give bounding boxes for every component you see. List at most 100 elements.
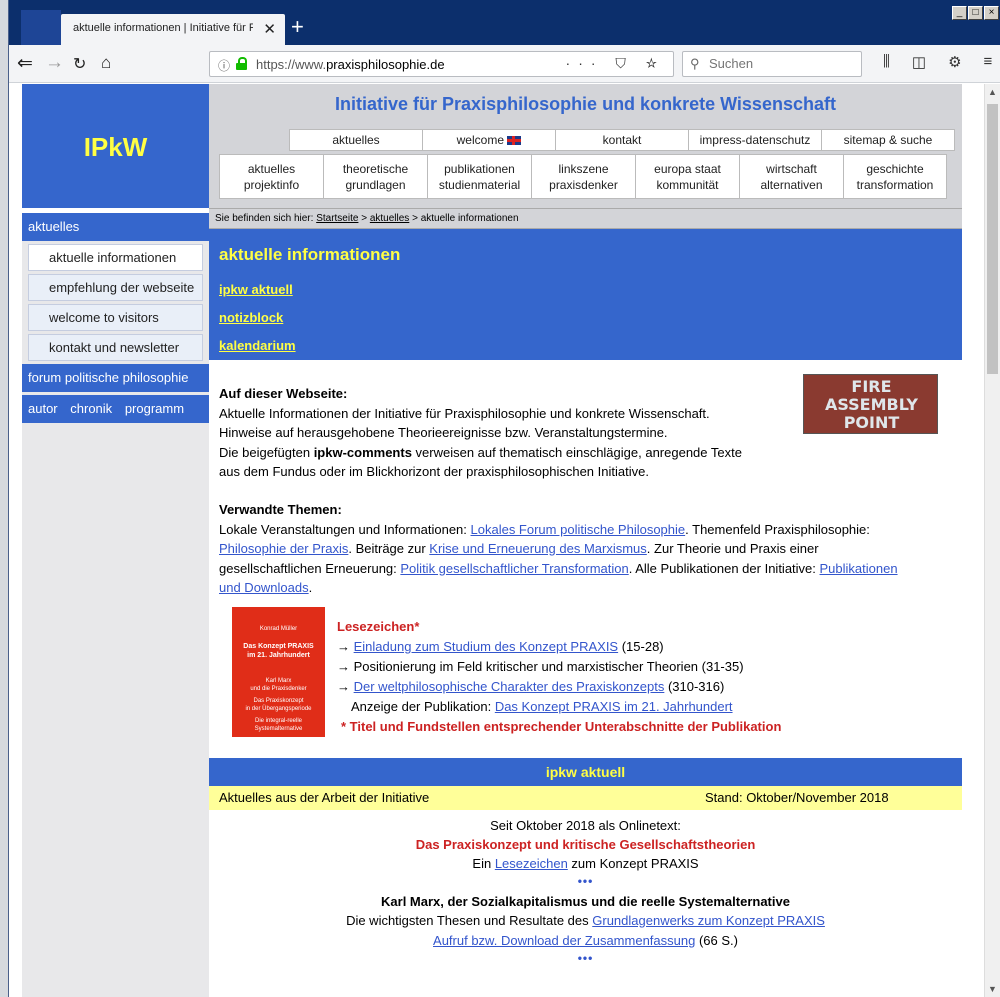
toolbar-right: ⫼ ◫ ⚙ ≡ [883, 53, 992, 71]
bookmark-item: → Positionierung im Feld kritischer und … [337, 659, 744, 674]
library-icon[interactable]: ⫼ [883, 53, 890, 71]
breadcrumb-section[interactable]: aktuelles [370, 213, 409, 224]
aktuell-line: Die wichtigsten Thesen und Resultate des… [346, 913, 825, 928]
link-lesezeichen[interactable]: Lesezeichen [495, 856, 568, 871]
lock-icon [236, 57, 247, 70]
bookmarks-section: Lesezeichen* → Einladung zum Studium des… [337, 617, 781, 737]
main-nav-item[interactable]: geschichte transformation [843, 154, 947, 199]
site-logo[interactable]: IPkW [22, 84, 209, 208]
link-download-zusammenfassung[interactable]: Aufruf bzw. Download der Zusammenfassung [433, 933, 695, 948]
tab-strip-start [21, 10, 61, 45]
breadcrumb-home[interactable]: Startseite [316, 213, 358, 224]
search-input[interactable] [709, 56, 849, 71]
scrollbar[interactable]: ▲ ▼ [984, 84, 1000, 997]
sidebar: aktuelles aktuelle informationen empfehl… [22, 213, 209, 997]
intro-text: Auf dieser Webseite: Aktuelle Informatio… [219, 386, 742, 479]
maximize-button[interactable]: □ [968, 6, 983, 20]
main-nav-item[interactable]: theoretische grundlagen [323, 154, 427, 199]
aktuell-line: Karl Marx, der Sozialkapitalismus und di… [381, 894, 790, 909]
aktuell-line: Seit Oktober 2018 als Onlinetext: [490, 818, 681, 833]
info-icon[interactable]: ⓘ [218, 57, 230, 74]
bookmarks-heading: Lesezeichen* [337, 619, 420, 634]
link-lokales-forum[interactable]: Lokales Forum politische Philosophie [471, 522, 686, 537]
minimize-button[interactable]: _ [952, 6, 967, 20]
separator-dots: ••• [577, 874, 594, 888]
search-box[interactable]: ⚲ [682, 51, 862, 77]
breadcrumb: Sie befinden sich hier: Startseite > akt… [209, 208, 962, 229]
navigation-bar: ⇐ → ↻ ⌂ ⓘ https://www.praxisphilosophie.… [9, 45, 1000, 83]
top-nav-aktuelles[interactable]: aktuelles [289, 129, 422, 151]
sidebar-item-aktuelle-informationen[interactable]: aktuelle informationen [28, 244, 203, 271]
link-politik-transformation[interactable]: Politik gesellschaftlicher Transformatio… [400, 561, 628, 576]
page-title: aktuelle informationen [219, 245, 401, 264]
sidebar-item-empfehlung[interactable]: empfehlung der webseite [28, 274, 203, 301]
sidebar-link-chronik[interactable]: chronik [70, 401, 112, 416]
tab-title: aktuelle informationen | Initiative für … [73, 22, 253, 34]
extension-icon[interactable]: ⚙ [948, 53, 961, 71]
link-weltphilosophisch[interactable]: Der weltphilosophische Charakter des Pra… [354, 679, 665, 694]
page-content: IPkW aktuelles aktuelle informationen em… [9, 84, 985, 997]
aktuell-line: Das Praxiskonzept und kritische Gesellsc… [415, 837, 756, 852]
top-nav-welcome[interactable]: welcome [422, 129, 555, 151]
bookmark-item: → Der weltphilosophische Charakter des P… [337, 679, 725, 694]
link-notizblock[interactable]: notizblock [219, 310, 283, 325]
main-area: Initiative für Praxisphilosophie und kon… [209, 84, 962, 997]
separator-dots: ••• [577, 951, 594, 965]
main-nav-item[interactable]: publikationen studienmaterial [427, 154, 531, 199]
hero-box: aktuelle informationen ipkw aktuell noti… [209, 229, 962, 360]
link-philosophie-der-praxis[interactable]: Philosophie der Praxis [219, 541, 348, 556]
link-publikationen[interactable]: Publikationen [820, 561, 898, 576]
link-downloads[interactable]: und Downloads [219, 580, 309, 595]
close-icon[interactable]: ✕ [263, 20, 276, 38]
main-nav-item[interactable]: aktuelles projektinfo [219, 154, 323, 199]
main-nav-item[interactable]: europa staat kommunität [635, 154, 739, 199]
sidebar-item-kontakt[interactable]: kontakt und newsletter [28, 334, 203, 361]
home-icon[interactable]: ⌂ [101, 53, 111, 73]
scroll-up-icon[interactable]: ▲ [988, 87, 997, 97]
link-kalendarium[interactable]: kalendarium [219, 338, 296, 353]
scrollbar-thumb[interactable] [987, 104, 998, 374]
scroll-down-icon[interactable]: ▼ [988, 984, 997, 994]
link-konzept-praxis[interactable]: Das Konzept PRAXIS im 21. Jahrhundert [495, 699, 733, 714]
menu-icon[interactable]: ≡ [984, 53, 993, 71]
window-controls: _ □ × [952, 6, 999, 20]
breadcrumb-current: aktuelle informationen [420, 213, 519, 224]
article: Auf dieser Webseite: Aktuelle Informatio… [209, 360, 962, 997]
link-krise-marxismus[interactable]: Krise und Erneuerung des Marxismus [429, 541, 647, 556]
sidebar-link-programm[interactable]: programm [125, 401, 184, 416]
sidebar-icon[interactable]: ◫ [912, 53, 926, 71]
top-nav: aktuelles welcome kontakt impress-datens… [289, 129, 955, 151]
book-cover-image[interactable]: Konrad Müller Das Konzept PRAXIS im 21. … [232, 607, 325, 737]
main-nav-item[interactable]: wirtschaft alternativen [739, 154, 843, 199]
page-actions[interactable]: ··· ⛉ ☆ [566, 55, 665, 72]
link-ipkw-aktuell[interactable]: ipkw aktuell [219, 282, 293, 297]
related-topics: Verwandte Themen: Lokale Veranstaltungen… [219, 502, 898, 595]
link-grundlagenwerk[interactable]: Grundlagenwerks zum Konzept PRAXIS [592, 913, 825, 928]
sidebar-head-aktuelles[interactable]: aktuelles [22, 213, 209, 241]
sidebar-bottom-links: autor chronik programm [22, 395, 209, 423]
window-close-button[interactable]: × [984, 6, 999, 20]
tab-bar: aktuelle informationen | Initiative für … [9, 0, 1000, 45]
url-bar[interactable]: ⓘ https://www.praxisphilosophie.de ··· ⛉… [209, 51, 674, 77]
top-nav-impressum[interactable]: impress-datenschutz [688, 129, 821, 151]
sidebar-item-welcome[interactable]: welcome to visitors [28, 304, 203, 331]
main-nav-item[interactable]: linkszene praxisdenker [531, 154, 635, 199]
fire-assembly-point-image: FIRE ASSEMBLY POINT [803, 374, 938, 434]
sidebar-item-forum[interactable]: forum politische philosophie [22, 364, 209, 392]
uk-flag-icon [507, 136, 522, 145]
publication-ad: Anzeige der Publikation: Das Konzept PRA… [351, 699, 733, 714]
sidebar-link-autor[interactable]: autor [28, 401, 58, 416]
aktuell-info-bar: Aktuelles aus der Arbeit der Initiative … [209, 786, 962, 810]
link-einladung[interactable]: Einladung zum Studium des Konzept PRAXIS [354, 639, 618, 654]
top-nav-sitemap[interactable]: sitemap & suche [821, 129, 955, 151]
back-button[interactable]: ⇐ [17, 52, 33, 75]
browser-window: aktuelle informationen | Initiative für … [8, 0, 1000, 997]
search-icon: ⚲ [690, 56, 700, 71]
bookmarks-note: * Titel und Fundstellen entsprechender U… [341, 719, 782, 734]
tab-active[interactable]: aktuelle informationen | Initiative für … [61, 14, 285, 45]
site-title: Initiative für Praxisphilosophie und kon… [209, 84, 962, 124]
forward-button[interactable]: → [45, 52, 64, 74]
new-tab-button[interactable]: + [291, 14, 304, 40]
reload-button[interactable]: ↻ [73, 54, 86, 74]
top-nav-kontakt[interactable]: kontakt [555, 129, 688, 151]
